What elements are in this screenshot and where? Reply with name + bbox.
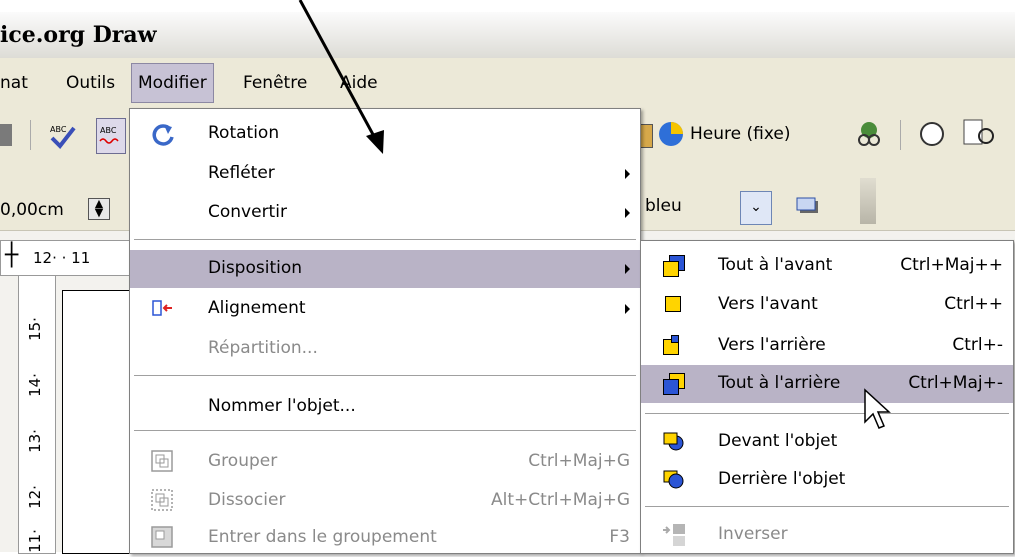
mouse-cursor-icon [864, 388, 891, 429]
annotation-arrow [298, 0, 384, 154]
